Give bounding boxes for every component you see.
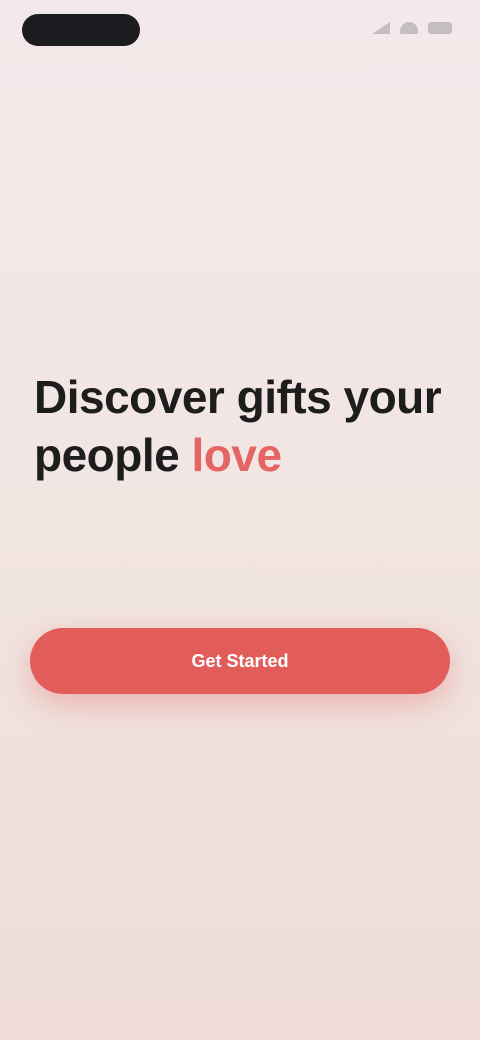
- get-started-button[interactable]: Get Started: [30, 628, 450, 694]
- headline-line2: people: [34, 429, 180, 481]
- battery-icon: [428, 22, 452, 34]
- wifi-icon: [400, 22, 418, 34]
- headline: Discover gifts your people love: [34, 368, 446, 484]
- signal-icon: [372, 22, 390, 34]
- headline-line1: Discover gifts your: [34, 371, 442, 423]
- headline-accent: love: [191, 429, 283, 481]
- status-bar: 9:41: [0, 0, 480, 64]
- onboarding-content: Discover gifts your people love: [34, 344, 446, 520]
- status-icons: [372, 22, 452, 34]
- status-time: 9:41: [22, 14, 140, 46]
